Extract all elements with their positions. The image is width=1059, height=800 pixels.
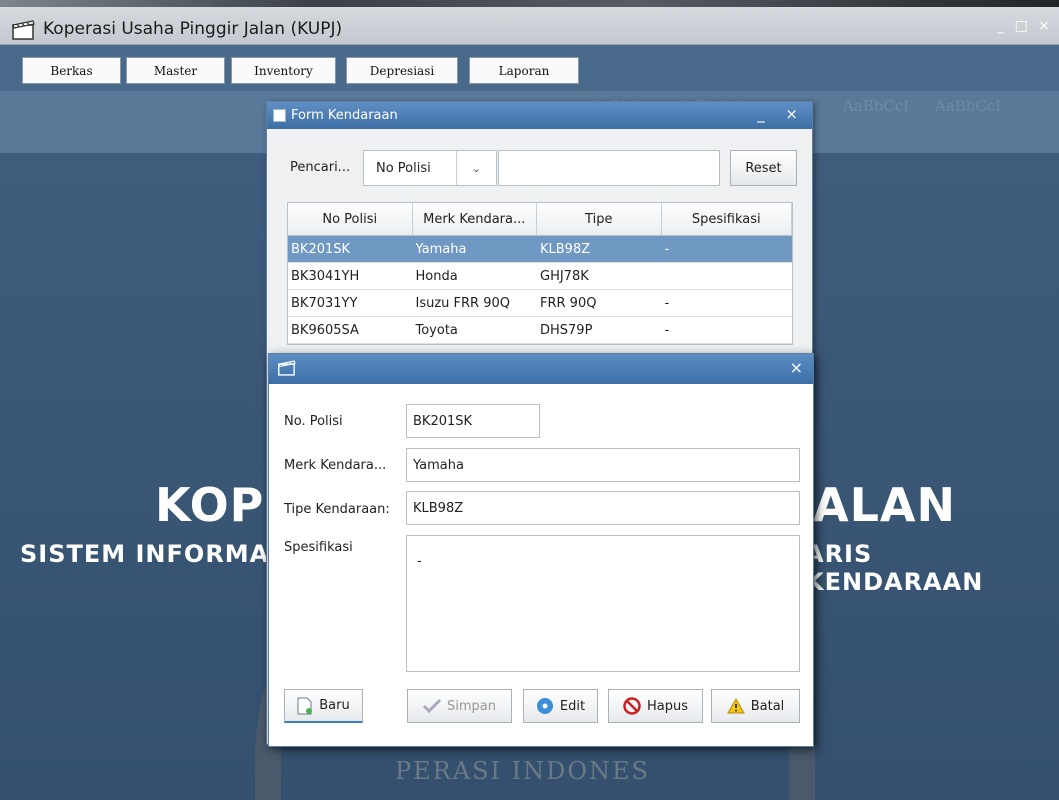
cell-spesifikasi: -: [664, 322, 670, 338]
prohibited-icon: [623, 697, 641, 715]
menu-depresiasi[interactable]: Depresiasi: [346, 57, 458, 84]
table-row[interactable]: BK7031YY Isuzu FRR 90Q FRR 90Q -: [288, 290, 792, 317]
chevron-down-icon[interactable]: ⌄: [456, 151, 496, 185]
simpan-button[interactable]: Simpan: [407, 689, 512, 723]
menu-master[interactable]: Master: [126, 57, 225, 84]
form-kendaraan-titlebar[interactable]: Form Kendaraan _ ×: [267, 102, 812, 129]
menu-laporan[interactable]: Laporan: [469, 57, 579, 84]
menu-bar: Berkas Master Inventory Depresiasi Lapor…: [0, 45, 1059, 91]
label-tipe: Tipe Kendaraan:: [284, 502, 390, 517]
ghost-style: AaBbCcI: [935, 97, 1002, 115]
cell-tipe: FRR 90Q: [540, 295, 597, 311]
edit-label: Edit: [559, 698, 586, 714]
menu-inventory[interactable]: Inventory: [231, 57, 336, 84]
clapperboard-icon: [12, 20, 35, 40]
merk-field[interactable]: Yamaha: [406, 448, 800, 482]
disc-icon: [536, 698, 553, 714]
background-title-left: KOP: [155, 478, 265, 532]
cell-tipe: GHJ78K: [540, 268, 589, 284]
label-merk: Merk Kendara...: [284, 458, 387, 473]
cell-merk: Isuzu FRR 90Q: [415, 295, 511, 311]
simpan-label: Simpan: [447, 698, 496, 714]
cell-merk: Honda: [415, 268, 458, 284]
checkmark-icon: [423, 699, 441, 713]
cell-no-polisi: BK9605SA: [291, 322, 359, 338]
tipe-field[interactable]: KLB98Z: [406, 491, 800, 525]
background-bottom-text: PERASI INDONES: [395, 757, 650, 785]
cell-tipe: KLB98Z: [540, 241, 591, 257]
label-spesifikasi: Spesifikasi: [284, 540, 353, 555]
clapperboard-icon: [278, 360, 296, 376]
spesifikasi-textarea[interactable]: -: [406, 535, 800, 672]
new-document-icon: [297, 697, 313, 714]
search-field-select[interactable]: No Polisi ⌄: [363, 150, 497, 186]
titlebar-top-strip: [0, 0, 1059, 7]
search-row: Pencari... No Polisi ⌄ Reset: [287, 150, 797, 186]
form-kendaraan-controls[interactable]: _ ×: [757, 105, 806, 123]
reset-button[interactable]: Reset: [730, 150, 797, 186]
batal-label: Batal: [750, 698, 785, 714]
menu-berkas[interactable]: Berkas: [22, 57, 121, 84]
background-title-right: ALAN: [813, 478, 957, 532]
ghost-style: AaBbCcI: [843, 97, 910, 115]
column-header-tipe[interactable]: Tipe: [537, 203, 662, 235]
cell-no-polisi: BK7031YY: [291, 295, 358, 311]
table-header: No Polisi Merk Kendara... Tipe Spesifika…: [288, 203, 792, 236]
kendaraan-detail-dialog: × No. Polisi BK201SK Merk Kendara... Yam…: [268, 353, 814, 747]
cell-spesifikasi: -: [664, 295, 670, 311]
hapus-button[interactable]: Hapus: [608, 689, 703, 723]
window-title: Koperasi Usaha Pinggir Jalan (KUPJ): [43, 19, 343, 39]
cell-no-polisi: BK201SK: [291, 241, 351, 257]
window-icon: [273, 109, 286, 122]
cell-merk: Yamaha: [415, 241, 467, 257]
batal-button[interactable]: Batal: [711, 689, 800, 723]
baru-label: Baru: [319, 698, 350, 713]
form-kendaraan-title: Form Kendaraan: [291, 108, 398, 123]
search-input[interactable]: [498, 150, 720, 186]
cell-merk: Toyota: [415, 322, 458, 338]
table-row[interactable]: BK9605SA Toyota DHS79P -: [288, 317, 792, 344]
cell-tipe: DHS79P: [540, 322, 593, 338]
hapus-label: Hapus: [646, 698, 688, 714]
search-field-value: No Polisi: [376, 160, 431, 176]
window-controls[interactable]: _ □ ×: [997, 18, 1053, 34]
cell-spesifikasi: -: [664, 241, 670, 257]
warning-icon: [726, 698, 745, 714]
table-row[interactable]: BK3041YH Honda GHJ78K: [288, 263, 792, 290]
detail-dialog-titlebar[interactable]: ×: [269, 354, 813, 384]
background-subtitle-right: ARIS KENDARAAN: [805, 540, 984, 596]
edit-button[interactable]: Edit: [523, 689, 598, 723]
background-subtitle-left: SISTEM INFORMA: [20, 540, 270, 568]
search-label: Pencari...: [290, 160, 351, 175]
no-polisi-field[interactable]: BK201SK: [406, 404, 540, 438]
close-icon[interactable]: ×: [790, 358, 803, 377]
column-header-spesifikasi[interactable]: Spesifikasi: [662, 203, 792, 235]
main-window-titlebar: Koperasi Usaha Pinggir Jalan (KUPJ) _ □ …: [0, 0, 1059, 45]
column-header-no-polisi[interactable]: No Polisi: [288, 203, 413, 235]
table-row[interactable]: BK201SK Yamaha KLB98Z -: [288, 236, 792, 263]
cell-no-polisi: BK3041YH: [291, 268, 360, 284]
column-header-merk[interactable]: Merk Kendara...: [413, 203, 537, 235]
baru-button[interactable]: Baru: [284, 689, 363, 723]
kendaraan-table: No Polisi Merk Kendara... Tipe Spesifika…: [287, 202, 793, 345]
label-no-polisi: No. Polisi: [284, 414, 343, 429]
